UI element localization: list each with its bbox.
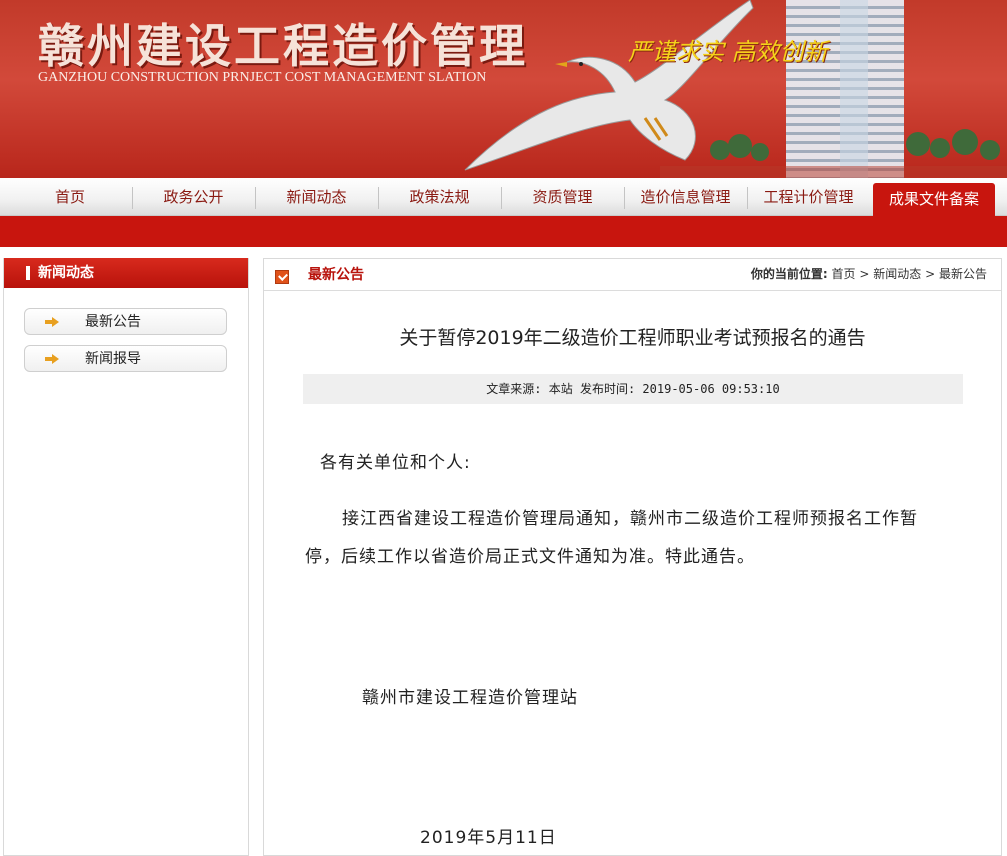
site-subtitle: GANZHOU CONSTRUCTION PRNJECT COST MANAGE…: [38, 70, 487, 85]
breadcrumb-separator: >: [925, 267, 939, 281]
sidebar-item-label: 新闻报导: [85, 351, 141, 367]
nav-pricing[interactable]: 工程计价管理: [747, 178, 870, 216]
checkbox-icon: [275, 270, 289, 284]
article-body-line1: 接江西省建设工程造价管理局通知，赣州市二级造价工程师预报名工作暂: [342, 509, 918, 529]
nav-qualification[interactable]: 资质管理: [501, 178, 624, 216]
breadcrumb-news[interactable]: 新闻动态: [873, 267, 921, 281]
article-meta: 文章来源: 本站 发布时间: 2019-05-06 09:53:10: [303, 374, 963, 404]
sidebar: 新闻动态 最新公告 新闻报导: [3, 258, 249, 856]
nav-cost-info[interactable]: 造价信息管理: [624, 178, 747, 216]
sidebar-item-news-reports[interactable]: 新闻报导: [24, 345, 227, 372]
main-content: 最新公告 你的当前位置: 首页 > 新闻动态 > 最新公告 关于暂停2019年二…: [263, 258, 1002, 856]
arrow-right-icon: [45, 317, 59, 327]
nav-policies[interactable]: 政策法规: [378, 178, 501, 216]
arrow-right-icon: [45, 354, 59, 364]
article-date: 2019年5月11日: [420, 828, 557, 848]
article-greeting: 各有关单位和个人:: [320, 453, 471, 473]
palm-trees-image: [660, 129, 1007, 178]
breadcrumb-separator: >: [859, 267, 874, 281]
breadcrumb-home[interactable]: 首页: [832, 267, 856, 281]
site-banner: 赣州建设工程造价管理 GANZHOU CONSTRUCTION PRNJECT …: [0, 0, 1007, 178]
article-body-line2: 停，后续工作以省造价局正式文件通知为准。特此通告。: [305, 547, 755, 567]
sidebar-title: 新闻动态: [38, 265, 94, 281]
sidebar-item-label: 最新公告: [85, 314, 141, 330]
breadcrumb-current[interactable]: 最新公告: [939, 267, 987, 281]
nav-government-affairs[interactable]: 政务公开: [132, 178, 255, 216]
article-title: 关于暂停2019年二级造价工程师职业考试预报名的通告: [399, 327, 866, 349]
breadcrumb-label: 你的当前位置:: [750, 267, 828, 281]
nav-home[interactable]: 首页: [0, 178, 140, 216]
breadcrumb: 你的当前位置: 首页 > 新闻动态 > 最新公告: [751, 259, 987, 289]
sidebar-item-latest-notices[interactable]: 最新公告: [24, 308, 227, 335]
slogan: 严谨求实 高效创新: [628, 38, 828, 66]
sidebar-header: 新闻动态: [4, 258, 248, 288]
nav-red-bar: [0, 216, 1007, 247]
article-signature: 赣州市建设工程造价管理站: [362, 688, 578, 708]
nav-news[interactable]: 新闻动态: [255, 178, 378, 216]
content-header: 最新公告 你的当前位置: 首页 > 新闻动态 > 最新公告: [264, 259, 1001, 291]
main-navigation: 首页 政务公开 新闻动态 政策法规 资质管理 造价信息管理 工程计价管理: [0, 178, 1007, 216]
sidebar-header-marker: [26, 266, 30, 280]
section-title: 最新公告: [308, 267, 364, 283]
nav-results-filing[interactable]: 成果文件备案: [873, 183, 995, 216]
